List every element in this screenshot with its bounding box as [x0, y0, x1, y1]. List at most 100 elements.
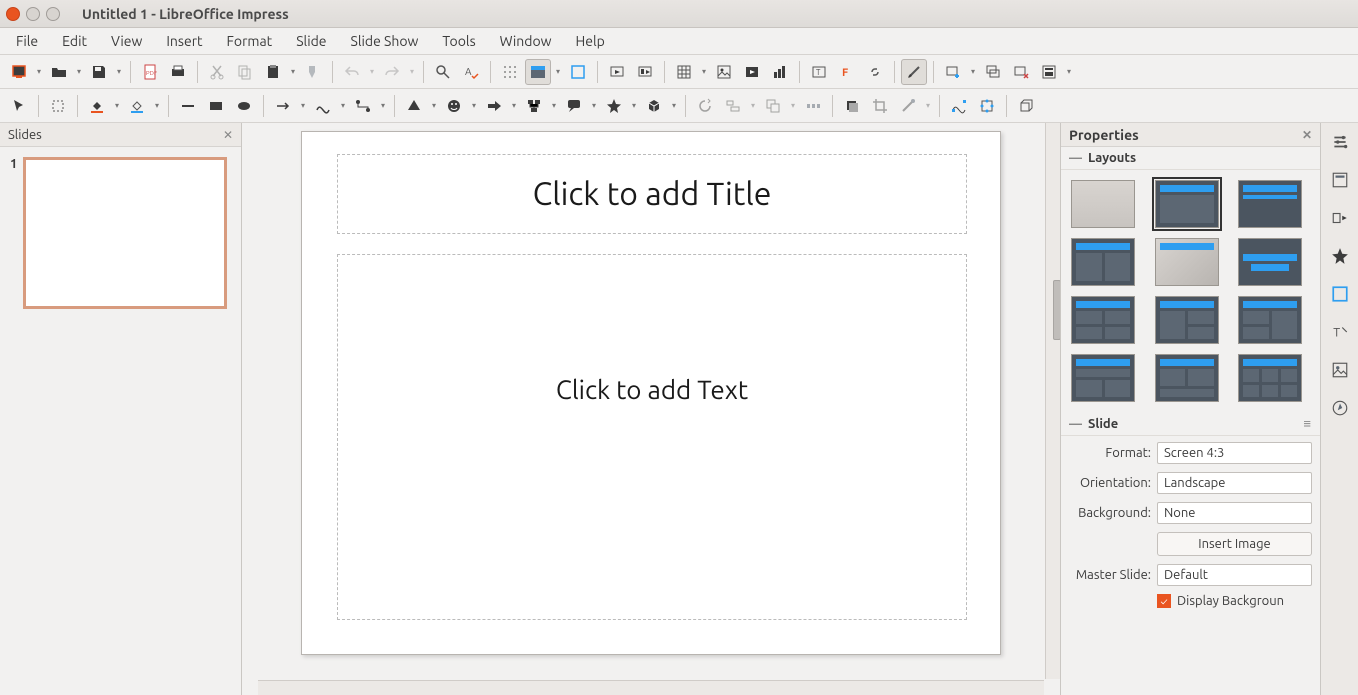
layout-centered-text[interactable]	[1238, 238, 1302, 286]
slide-thumbnail[interactable]	[23, 157, 227, 309]
extrusion-button[interactable]	[1013, 93, 1039, 119]
zoom-pan-button[interactable]	[45, 93, 71, 119]
curve-dropdown[interactable]: ▾	[338, 101, 348, 110]
rotate-button[interactable]	[692, 93, 718, 119]
layouts-section-header[interactable]: — Layouts	[1061, 147, 1320, 170]
open-dropdown[interactable]: ▾	[74, 67, 84, 76]
fill-color-dropdown[interactable]: ▾	[112, 101, 122, 110]
sidebar-animation-icon[interactable]	[1327, 243, 1353, 269]
callout-button[interactable]	[561, 93, 587, 119]
canvas-vertical-scrollbar[interactable]	[1045, 123, 1060, 679]
block-arrows-dropdown[interactable]: ▾	[509, 101, 519, 110]
menu-insert[interactable]: Insert	[154, 29, 214, 53]
align-button[interactable]	[720, 93, 746, 119]
window-close-button[interactable]	[6, 7, 20, 21]
distribute-button[interactable]	[800, 93, 826, 119]
gluepoints-button[interactable]	[974, 93, 1000, 119]
new-slide-dropdown[interactable]: ▾	[968, 67, 978, 76]
layout-title-content[interactable]	[1155, 180, 1219, 228]
print-button[interactable]	[165, 59, 191, 85]
insert-textbox-button[interactable]: T	[806, 59, 832, 85]
new-button[interactable]	[6, 59, 32, 85]
menu-slideshow[interactable]: Slide Show	[339, 29, 431, 53]
window-maximize-button[interactable]	[46, 7, 60, 21]
slide-layout-dropdown[interactable]: ▾	[1064, 67, 1074, 76]
content-placeholder[interactable]: Click to add Text	[337, 254, 967, 620]
sidebar-settings-icon[interactable]	[1327, 129, 1353, 155]
find-button[interactable]	[430, 59, 456, 85]
menu-help[interactable]: Help	[564, 29, 617, 53]
properties-close-icon[interactable]: ✕	[1302, 128, 1312, 142]
highlight-color-dropdown[interactable]: ▾	[152, 101, 162, 110]
arrow-line-dropdown[interactable]: ▾	[298, 101, 308, 110]
master-slide-select[interactable]: Default	[1157, 564, 1312, 586]
display-background-row[interactable]: ✓ Display Backgroun	[1157, 594, 1312, 608]
sidebar-gallery-icon[interactable]	[1327, 357, 1353, 383]
stars-dropdown[interactable]: ▾	[629, 101, 639, 110]
curve-button[interactable]	[310, 93, 336, 119]
save-dropdown[interactable]: ▾	[114, 67, 124, 76]
redo-button[interactable]	[379, 59, 405, 85]
align-dropdown[interactable]: ▾	[748, 101, 758, 110]
insert-image-button-panel[interactable]: Insert Image	[1157, 532, 1312, 556]
background-select[interactable]: None	[1157, 502, 1312, 524]
filter-dropdown[interactable]: ▾	[923, 101, 933, 110]
canvas-viewport[interactable]: Click to add Title Click to add Text	[258, 123, 1044, 679]
sidebar-master-icon[interactable]	[1327, 281, 1353, 307]
duplicate-slide-button[interactable]	[980, 59, 1006, 85]
fill-color-button[interactable]	[84, 93, 110, 119]
slide-thumbnail-row[interactable]: 1	[0, 147, 241, 319]
insert-table-dropdown[interactable]: ▾	[699, 67, 709, 76]
callout-dropdown[interactable]: ▾	[589, 101, 599, 110]
sidebar-properties-icon[interactable]	[1327, 167, 1353, 193]
menu-window[interactable]: Window	[488, 29, 564, 53]
cut-button[interactable]	[204, 59, 230, 85]
layout-content-only[interactable]	[1155, 238, 1219, 286]
save-button[interactable]	[86, 59, 112, 85]
display-views-button[interactable]	[525, 59, 551, 85]
layout-2x2[interactable]	[1071, 296, 1135, 344]
sidebar-navigator-icon[interactable]	[1327, 395, 1353, 421]
menu-edit[interactable]: Edit	[50, 29, 99, 53]
paste-dropdown[interactable]: ▾	[288, 67, 298, 76]
paste-button[interactable]	[260, 59, 286, 85]
grid-button[interactable]	[497, 59, 523, 85]
section-menu-icon[interactable]: ≡	[1303, 416, 1312, 431]
layout-title-only[interactable]	[1238, 180, 1302, 228]
display-views-dropdown[interactable]: ▾	[553, 67, 563, 76]
layout-2-1[interactable]	[1238, 296, 1302, 344]
block-arrows-button[interactable]	[481, 93, 507, 119]
title-placeholder[interactable]: Click to add Title	[337, 154, 967, 234]
redo-dropdown[interactable]: ▾	[407, 67, 417, 76]
sidebar-styles-icon[interactable]: T	[1327, 319, 1353, 345]
start-first-button[interactable]	[604, 59, 630, 85]
highlight-color-button[interactable]	[124, 93, 150, 119]
orientation-select[interactable]: Landscape	[1157, 472, 1312, 494]
insert-chart-button[interactable]	[767, 59, 793, 85]
basic-shapes-button[interactable]	[401, 93, 427, 119]
symbol-shapes-dropdown[interactable]: ▾	[469, 101, 479, 110]
layout-6content[interactable]	[1238, 354, 1302, 402]
rectangle-button[interactable]	[203, 93, 229, 119]
canvas-horizontal-scrollbar[interactable]	[258, 680, 1044, 695]
start-current-button[interactable]	[632, 59, 658, 85]
format-select[interactable]: Screen 4:3	[1157, 442, 1312, 464]
select-tool-button[interactable]	[6, 93, 32, 119]
arrange-button[interactable]	[760, 93, 786, 119]
copy-button[interactable]	[232, 59, 258, 85]
slide-layout-button[interactable]	[1036, 59, 1062, 85]
filter-button[interactable]	[895, 93, 921, 119]
menu-file[interactable]: File	[4, 29, 50, 53]
insert-table-button[interactable]	[671, 59, 697, 85]
insert-hyperlink-button[interactable]	[862, 59, 888, 85]
layout-two-content[interactable]	[1071, 238, 1135, 286]
undo-dropdown[interactable]: ▾	[367, 67, 377, 76]
shadow-button[interactable]	[839, 93, 865, 119]
arrow-line-button[interactable]	[270, 93, 296, 119]
slides-panel-close-icon[interactable]: ✕	[223, 128, 233, 142]
points-button[interactable]	[946, 93, 972, 119]
menu-tools[interactable]: Tools	[430, 29, 487, 53]
connector-dropdown[interactable]: ▾	[378, 101, 388, 110]
layout-1-2[interactable]	[1155, 296, 1219, 344]
menu-slide[interactable]: Slide	[284, 29, 338, 53]
